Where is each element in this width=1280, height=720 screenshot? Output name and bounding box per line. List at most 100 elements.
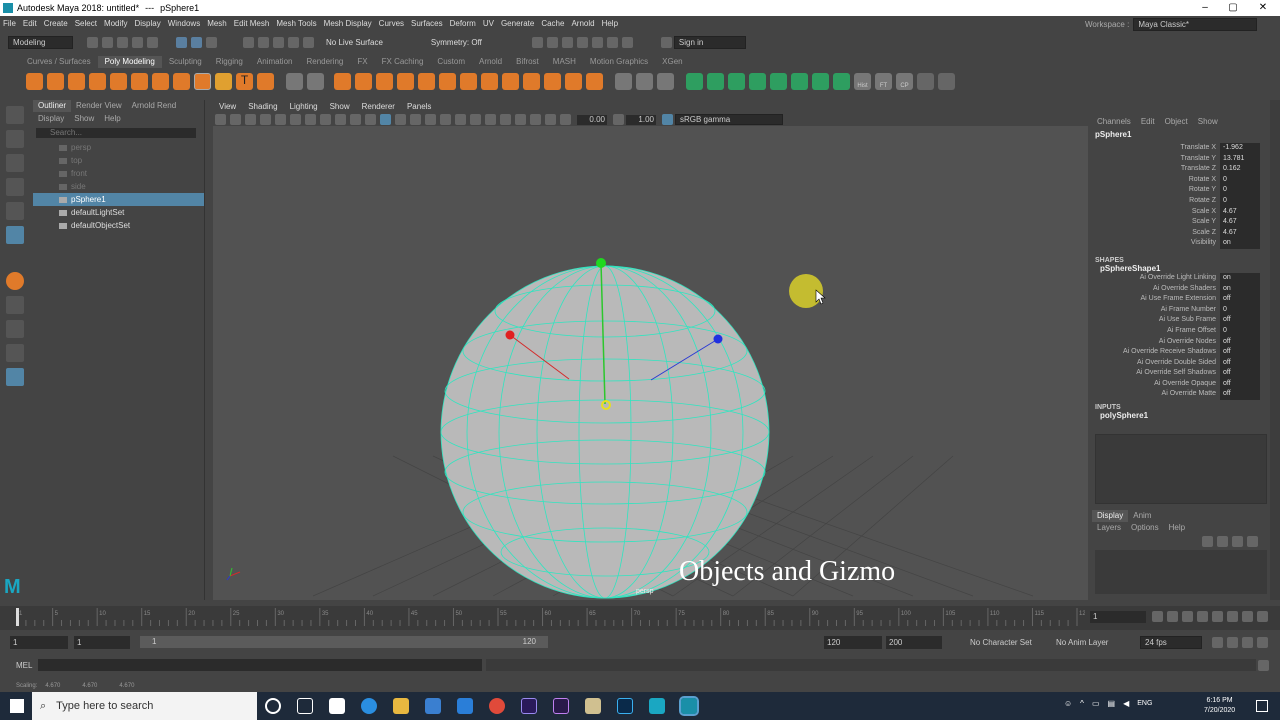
side-tabs[interactable] xyxy=(1270,100,1280,600)
attribute-value[interactable]: 4.67 xyxy=(1220,227,1260,239)
menu-item-uv[interactable]: UV xyxy=(483,19,494,28)
maximize-icon[interactable]: ▢ xyxy=(1218,0,1248,16)
isolate-select-icon[interactable] xyxy=(500,114,511,125)
attribute-row[interactable]: Scale Z 4.67 xyxy=(1092,227,1270,239)
edge-icon[interactable] xyxy=(361,698,377,714)
undo-icon[interactable] xyxy=(132,36,143,48)
pause-viewport-icon[interactable] xyxy=(621,36,633,48)
soft-select-icon[interactable] xyxy=(6,272,24,290)
camera-attr-icon[interactable] xyxy=(230,114,241,125)
network-icon[interactable]: ▤ xyxy=(1108,699,1116,708)
attribute-value[interactable]: -1.962 xyxy=(1220,143,1260,154)
attribute-row[interactable]: Translate Z 0.162 xyxy=(1092,164,1270,175)
start-time-field[interactable]: 1 xyxy=(10,635,68,649)
shadows-icon[interactable] xyxy=(425,114,436,125)
z-axis-handle[interactable] xyxy=(713,334,723,344)
history-icon[interactable]: Hist xyxy=(854,72,871,90)
outliner-search-input[interactable]: Search... xyxy=(36,128,196,138)
attribute-value[interactable]: 0 xyxy=(1220,174,1260,186)
menu-item-create[interactable]: Create xyxy=(44,19,68,28)
poly-type-icon[interactable]: T xyxy=(236,72,253,90)
smooth-icon[interactable] xyxy=(334,72,351,90)
people-icon[interactable]: ☺ xyxy=(1064,699,1072,708)
image-plane-icon[interactable] xyxy=(260,114,271,125)
film-gate-icon[interactable] xyxy=(290,114,301,125)
append-icon[interactable] xyxy=(728,72,745,90)
planar-map-icon[interactable] xyxy=(565,72,582,90)
outliner-item[interactable]: top xyxy=(33,154,204,167)
timeline-ruler[interactable]: 1 5 10 15 20 25 30 35 40 45 50 55 60 65 70 75 80 85 90 95 10… xyxy=(0,606,1085,628)
menu-item-display[interactable]: Display xyxy=(135,19,161,28)
snap-point-icon[interactable] xyxy=(273,36,284,48)
auto-key-icon[interactable] xyxy=(1242,636,1253,648)
view-transform-select[interactable]: sRGB gamma xyxy=(675,114,783,125)
anim-prefs-icon[interactable] xyxy=(1257,636,1268,648)
notes-icon[interactable] xyxy=(585,698,601,714)
step-back-frame-icon[interactable] xyxy=(1182,611,1193,622)
gamma-field[interactable]: 1.00 xyxy=(626,114,656,125)
select-component-icon[interactable] xyxy=(206,36,217,48)
render-setup-icon[interactable] xyxy=(591,36,603,48)
viewport-canvas[interactable] xyxy=(213,126,1088,600)
snap-curve-icon[interactable] xyxy=(258,36,269,48)
attribute-row[interactable]: Rotate Y 0 xyxy=(1092,185,1270,196)
outliner-tab-1[interactable]: Render View xyxy=(71,100,127,112)
attribute-row[interactable]: Ai Use Sub Frame off xyxy=(1092,315,1270,326)
attribute-value[interactable]: 0.162 xyxy=(1220,164,1260,175)
grid-toggle-icon[interactable] xyxy=(275,114,286,125)
battery-icon[interactable]: ▭ xyxy=(1092,699,1100,708)
attribute-value[interactable]: 0 xyxy=(1220,304,1260,316)
attribute-value[interactable]: off xyxy=(1220,378,1260,390)
playback-start-field[interactable]: 1 xyxy=(74,635,130,649)
attribute-row[interactable]: Ai Override Self Shadows off xyxy=(1092,368,1270,379)
field-chart-icon[interactable] xyxy=(335,114,346,125)
safe-action-icon[interactable] xyxy=(350,114,361,125)
attribute-row[interactable]: Translate X -1.962 xyxy=(1092,143,1270,154)
channel-menu-1[interactable]: Edit xyxy=(1136,116,1160,128)
xray-active-icon[interactable] xyxy=(545,114,556,125)
motion-blur-icon[interactable] xyxy=(455,114,466,125)
cylindrical-map-icon[interactable] xyxy=(586,72,603,90)
sound-icon[interactable] xyxy=(1227,636,1238,648)
menu-item-arnold[interactable]: Arnold xyxy=(571,19,594,28)
viewport-menu-3[interactable]: Show xyxy=(330,102,350,111)
single-view-icon[interactable] xyxy=(6,296,24,314)
menu-item-windows[interactable]: Windows xyxy=(168,19,200,28)
paint-select-icon[interactable] xyxy=(6,154,24,172)
delete-edge-icon[interactable] xyxy=(833,72,850,90)
attribute-value[interactable]: on xyxy=(1220,283,1260,295)
color-manage-icon[interactable] xyxy=(662,114,673,125)
attribute-value[interactable]: 0 xyxy=(1220,195,1260,207)
command-input[interactable] xyxy=(38,659,482,671)
hypershade-icon[interactable] xyxy=(576,36,588,48)
step-forward-frame-icon[interactable] xyxy=(1227,611,1238,622)
clock[interactable]: 6:16 PM 7/20/2020 xyxy=(1204,696,1235,716)
attribute-value[interactable]: off xyxy=(1220,389,1260,401)
layer-tab-1[interactable]: Anim xyxy=(1128,510,1156,522)
camera-select-icon[interactable] xyxy=(215,114,226,125)
platonic-solid-icon[interactable] xyxy=(173,72,190,90)
attribute-row[interactable]: Ai Frame Number 0 xyxy=(1092,304,1270,316)
taskbar-search-box[interactable]: ⌕ Type here to search xyxy=(32,692,257,720)
shelf-tab-13[interactable]: XGen xyxy=(655,56,689,68)
menu-item-mesh[interactable]: Mesh xyxy=(207,19,227,28)
current-frame-marker[interactable] xyxy=(16,608,19,626)
menu-item-mesh-tools[interactable]: Mesh Tools xyxy=(276,19,316,28)
shelf-tab-12[interactable]: Motion Graphics xyxy=(583,56,655,68)
combine-icon[interactable] xyxy=(286,72,303,90)
play-backwards-icon[interactable] xyxy=(1197,611,1208,622)
collapse-icon[interactable] xyxy=(770,72,787,90)
chrome-icon[interactable] xyxy=(489,698,505,714)
exposure-field[interactable]: 0.00 xyxy=(577,114,607,125)
xray-icon[interactable] xyxy=(515,114,526,125)
freeze-transform-icon[interactable]: FT xyxy=(875,72,892,90)
outliner-item[interactable]: side xyxy=(33,180,204,193)
attribute-value[interactable]: on xyxy=(1220,238,1260,249)
ipr-render-icon[interactable] xyxy=(546,36,558,48)
attribute-value[interactable]: off xyxy=(1220,294,1260,305)
light-editor-icon[interactable] xyxy=(606,36,618,48)
snap-surface-icon[interactable] xyxy=(303,36,314,48)
task-view-icon[interactable] xyxy=(297,698,313,714)
uv-layout-icon[interactable] xyxy=(544,72,561,90)
boolean-intersect-icon[interactable] xyxy=(397,72,414,90)
